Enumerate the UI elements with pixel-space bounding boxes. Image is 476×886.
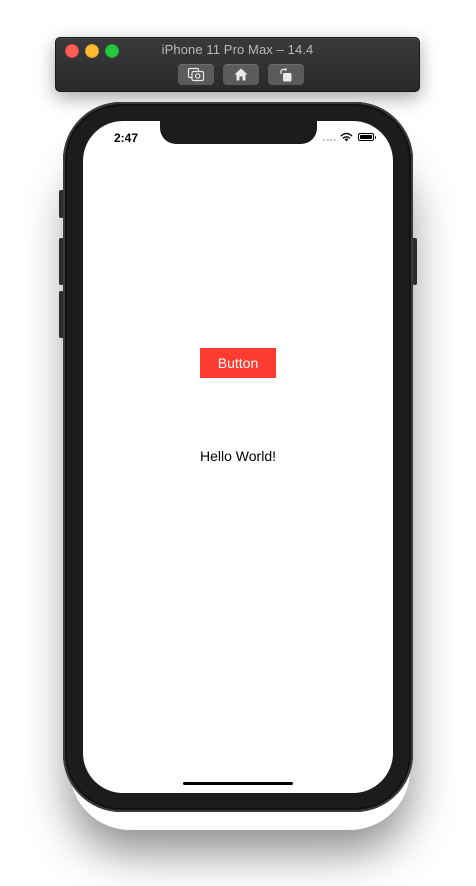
- camera-icon: [187, 67, 205, 82]
- phone-screen: 2:47 Button Hello World!: [83, 121, 393, 793]
- screenshot-stage: iPhone 11 Pro Max – 14.4 2:47 Button Hel…: [0, 0, 476, 886]
- wifi-icon: [340, 132, 353, 142]
- app-button[interactable]: Button: [200, 348, 276, 378]
- battery-icon: [358, 133, 376, 141]
- signal-icon: [323, 139, 336, 141]
- simulator-toolbar: iPhone 11 Pro Max – 14.4: [55, 37, 420, 92]
- window-title: iPhone 11 Pro Max – 14.4: [161, 42, 314, 57]
- status-time: 2:47: [114, 131, 139, 145]
- hello-world-label: Hello World!: [200, 448, 276, 464]
- home-indicator[interactable]: [183, 782, 293, 785]
- home-icon: [234, 68, 248, 81]
- home-button[interactable]: [223, 64, 259, 85]
- screenshot-button[interactable]: [178, 64, 214, 85]
- rotate-button[interactable]: [268, 64, 304, 85]
- notch: [160, 121, 317, 144]
- rotate-icon: [280, 67, 292, 81]
